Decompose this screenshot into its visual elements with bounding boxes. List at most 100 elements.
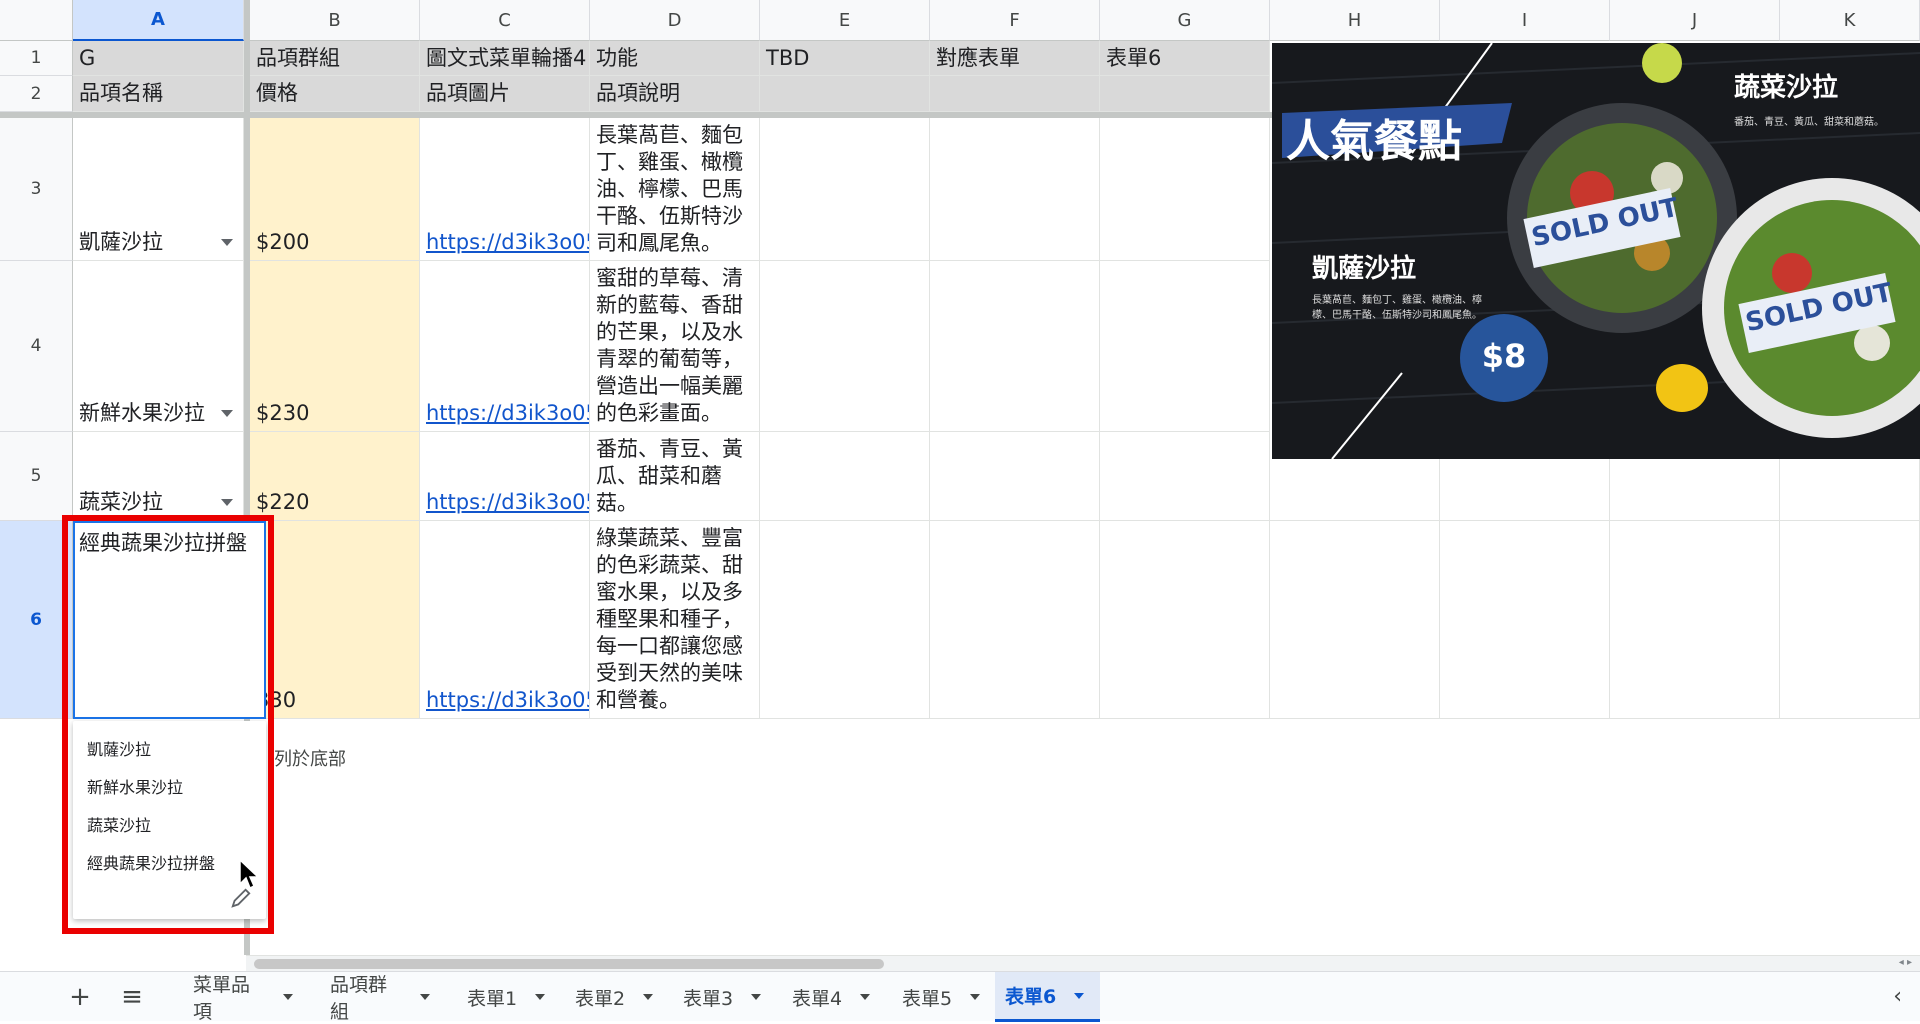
promo-headline: 人氣餐點: [1286, 116, 1462, 167]
cell-d3[interactable]: 長葉萵苣、麵包丁、雞蛋、橄欖油、檸檬、巴馬干酪、伍斯特沙司和鳳尾魚。: [590, 118, 760, 261]
column-header-a[interactable]: A: [73, 0, 244, 41]
cell-e3[interactable]: [760, 118, 930, 261]
cell-g5[interactable]: [1100, 432, 1270, 521]
chevron-down-icon: [970, 994, 981, 1000]
cell-c6[interactable]: https://d3ik3o053: [420, 521, 590, 719]
cell-g6[interactable]: [1100, 521, 1270, 719]
sheet-tab-active[interactable]: 表單6: [995, 972, 1100, 1022]
cell-b3[interactable]: $200: [250, 118, 420, 261]
tab-label: 表單3: [683, 987, 734, 1010]
cell-a4[interactable]: 新鮮水果沙拉: [73, 261, 244, 432]
column-header-e[interactable]: E: [760, 0, 930, 41]
column-header-f[interactable]: F: [930, 0, 1100, 41]
dropdown-arrow-icon[interactable]: [221, 410, 233, 417]
cell-a6-editor[interactable]: 經典蔬果沙拉拼盤: [73, 521, 266, 719]
dropdown-option[interactable]: 蔬菜沙拉: [73, 805, 266, 843]
cell-e6[interactable]: [760, 521, 930, 719]
all-sheets-menu-icon[interactable]: ≡: [112, 972, 152, 1022]
cell-h6[interactable]: [1270, 521, 1440, 719]
sheet-tab[interactable]: 菜單品項: [183, 972, 303, 1023]
cell-f6[interactable]: [930, 521, 1100, 719]
cell-g1[interactable]: 表單6: [1100, 41, 1270, 76]
select-all-corner[interactable]: [0, 0, 73, 41]
column-header-i[interactable]: I: [1440, 0, 1610, 41]
column-header-h[interactable]: H: [1270, 0, 1440, 41]
cell-i6[interactable]: [1440, 521, 1610, 719]
column-header-b[interactable]: B: [250, 0, 420, 41]
add-sheet-button[interactable]: +: [60, 972, 100, 1022]
sheet-tab[interactable]: 表單1: [457, 972, 557, 1022]
promo-item2-name: 蔬菜沙拉: [1734, 73, 1839, 103]
chevron-down-icon: [420, 994, 430, 1000]
sheet-tab[interactable]: 表單4: [782, 972, 882, 1022]
cell-j6[interactable]: [1610, 521, 1780, 719]
horizontal-scrollbar[interactable]: ◂ ▸: [246, 955, 1920, 971]
cell-d6[interactable]: 綠葉蔬菜、豐富的色彩蔬菜、甜蜜水果，以及多種堅果和種子，每一口都讓您感受到天然的…: [590, 521, 760, 719]
tab-label: 菜單品項: [193, 974, 251, 1023]
cell-b4[interactable]: $230: [250, 261, 420, 432]
cell-c5[interactable]: https://d3ik3o053: [420, 432, 590, 521]
cell-f5[interactable]: [930, 432, 1100, 521]
collapse-tabs-icon[interactable]: ‹: [1893, 984, 1902, 1009]
dropdown-arrow-icon[interactable]: [221, 239, 233, 246]
cell-e2[interactable]: [760, 76, 930, 112]
cell-c4[interactable]: https://d3ik3o053: [420, 261, 590, 432]
cell-e4[interactable]: [760, 261, 930, 432]
cell-b6[interactable]: 330: [250, 521, 420, 719]
item-name: 凱薩沙拉: [79, 230, 163, 254]
row-header-5[interactable]: 5: [0, 432, 73, 521]
cell-b1[interactable]: 品項群組: [250, 41, 420, 76]
cell-b5[interactable]: $220: [250, 432, 420, 521]
row-header-1[interactable]: 1: [0, 41, 73, 76]
column-header-d[interactable]: D: [590, 0, 760, 41]
column-header-c[interactable]: C: [420, 0, 590, 41]
column-header-k[interactable]: K: [1780, 0, 1920, 41]
cell-f3[interactable]: [930, 118, 1100, 261]
mouse-cursor-icon: [239, 858, 260, 890]
cell-c2[interactable]: 品項圖片: [420, 76, 590, 112]
row-header-6[interactable]: 6: [0, 521, 73, 719]
cell-c1[interactable]: 圖文式菜單輪播4: [420, 41, 590, 76]
cell-g3[interactable]: [1100, 118, 1270, 261]
cell-a3[interactable]: 凱薩沙拉: [73, 118, 244, 261]
row-header-2[interactable]: 2: [0, 76, 73, 112]
cell-a5[interactable]: 蔬菜沙拉: [73, 432, 244, 521]
cell-e1[interactable]: TBD: [760, 41, 930, 76]
dropdown-arrow-icon[interactable]: [221, 499, 233, 506]
cell-d5[interactable]: 番茄、青豆、黃瓜、甜菜和蘑菇。: [590, 432, 760, 521]
scroll-arrows-icon[interactable]: ◂ ▸: [1899, 957, 1912, 968]
promo-item2-desc: 番茄、青豆、黃瓜、甜菜和蘑菇。: [1734, 117, 1884, 128]
cell-b2[interactable]: 價格: [250, 76, 420, 112]
cell-k6[interactable]: [1780, 521, 1920, 719]
cell-d2[interactable]: 品項說明: [590, 76, 760, 112]
cell-d4[interactable]: 蜜甜的草莓、清新的藍莓、香甜的芒果，以及水青翠的葡萄等，營造出一幅美麗的色彩畫面…: [590, 261, 760, 432]
sheet-tab[interactable]: 表單3: [673, 972, 773, 1022]
cell-f2[interactable]: [930, 76, 1100, 112]
row-header-4[interactable]: 4: [0, 261, 73, 432]
sheet-tab[interactable]: 表單2: [565, 972, 665, 1022]
menu-promo-image[interactable]: 人氣餐點 凱薩沙拉 長葉萵苣、麵包丁、雞蛋、橄欖油、檸檬、巴馬干酪、伍斯特沙司和…: [1272, 43, 1920, 459]
cell-e5[interactable]: [760, 432, 930, 521]
chevron-down-icon: [283, 994, 293, 1000]
sheet-tab[interactable]: 表單5: [892, 972, 992, 1022]
column-header-g[interactable]: G: [1100, 0, 1270, 41]
dropdown-option[interactable]: 新鮮水果沙拉: [73, 767, 266, 805]
row-header-3[interactable]: 3: [0, 118, 73, 261]
cell-d1[interactable]: 功能: [590, 41, 760, 76]
promo-item1-name: 凱薩沙拉: [1312, 254, 1417, 284]
cell-a2[interactable]: 品項名稱: [73, 76, 244, 112]
chevron-down-icon: [643, 994, 654, 1000]
sheet-tab[interactable]: 品項群組: [320, 972, 440, 1023]
tab-label: 表單1: [467, 987, 518, 1010]
cell-g4[interactable]: [1100, 261, 1270, 432]
cell-c3[interactable]: https://d3ik3o053: [420, 118, 590, 261]
cell-g2[interactable]: [1100, 76, 1270, 112]
cell-a1[interactable]: G: [73, 41, 244, 76]
scrollbar-thumb[interactable]: [254, 959, 884, 969]
dropdown-option[interactable]: 凱薩沙拉: [73, 729, 266, 767]
column-header-j[interactable]: J: [1610, 0, 1780, 41]
cell-f4[interactable]: [930, 261, 1100, 432]
chevron-down-icon: [1074, 992, 1085, 999]
cell-f1[interactable]: 對應表單: [930, 41, 1100, 76]
promo-item1-desc: 長葉萵苣、麵包丁、雞蛋、橄欖油、檸檬、巴馬干酪、伍斯特沙司和鳳尾魚。: [1312, 295, 1482, 321]
